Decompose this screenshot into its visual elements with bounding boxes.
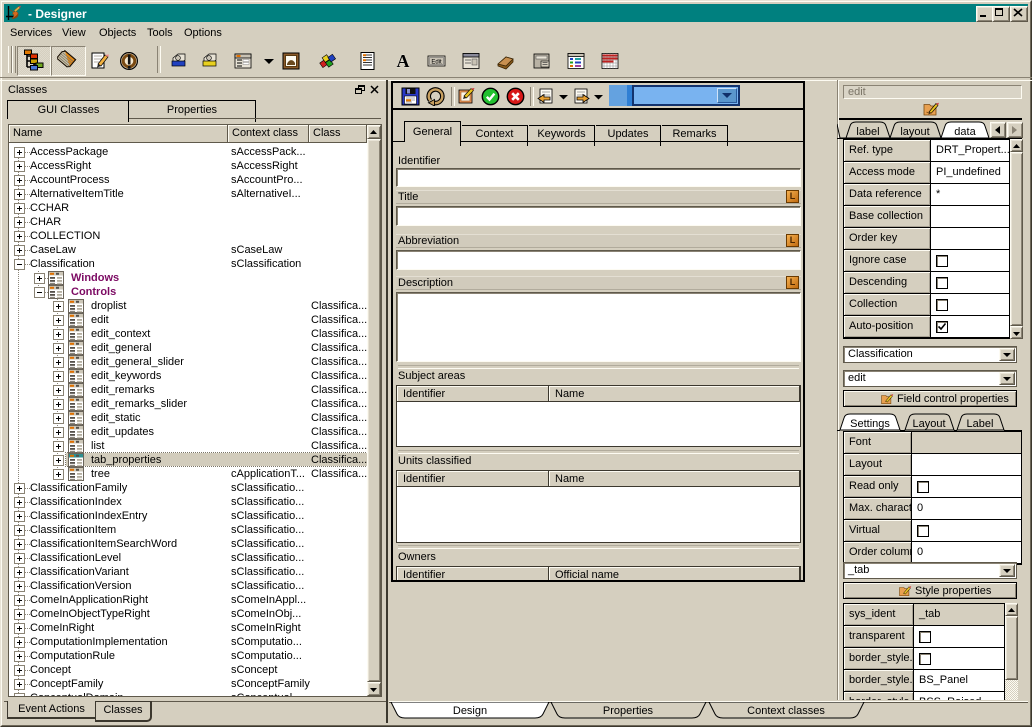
svg-text:Edit: Edit <box>431 60 442 66</box>
svg-text:Layout: Layout <box>912 418 945 430</box>
svg-text:layout: layout <box>900 126 929 138</box>
svg-text:A: A <box>397 51 410 71</box>
svg-text:Properties: Properties <box>603 705 654 717</box>
svg-text:Settings: Settings <box>850 418 890 430</box>
svg-text:label: label <box>856 126 879 138</box>
svg-text:Label: Label <box>967 418 994 430</box>
svg-text:Design: Design <box>453 705 487 717</box>
svg-text:Context classes: Context classes <box>747 705 825 717</box>
svg-text:data: data <box>954 126 976 138</box>
